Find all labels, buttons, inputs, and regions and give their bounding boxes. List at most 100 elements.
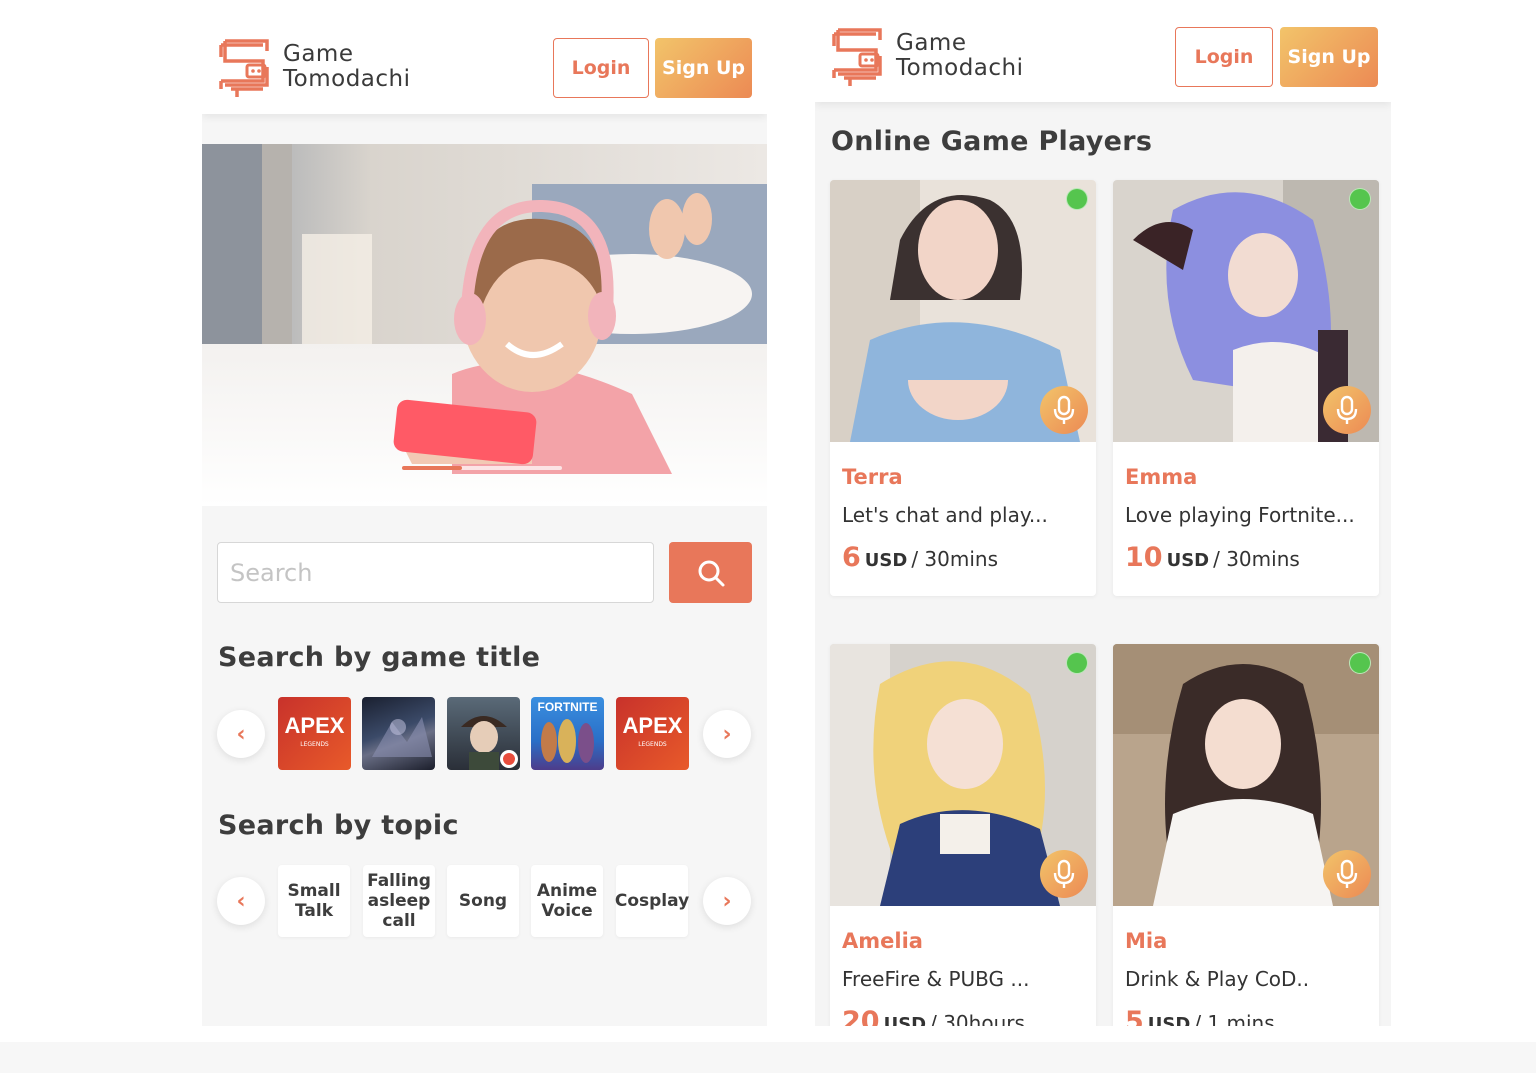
- search-input[interactable]: Search: [217, 542, 654, 603]
- hero-image: [202, 144, 767, 506]
- game-tile-sublabel: LEGENDS: [638, 741, 667, 748]
- chevron-left-icon: ‹: [236, 721, 246, 747]
- player-description: Drink & Play CoD..: [1125, 967, 1310, 991]
- topic-label-line: asleep: [367, 891, 431, 911]
- topic-label-line: Voice: [541, 901, 593, 921]
- topic-song[interactable]: Song: [447, 865, 519, 937]
- microphone-icon: [1336, 859, 1358, 888]
- players-section-title: Online Game Players: [831, 126, 1153, 157]
- player-price: 20 USD / 30hours: [842, 1006, 1025, 1026]
- chevron-right-icon: ›: [722, 888, 732, 914]
- game-next-button[interactable]: ›: [703, 710, 751, 758]
- carousel-indicator[interactable]: [402, 466, 562, 470]
- home-screen: Game Tomodachi Login Sign Up Search Sear…: [202, 22, 767, 1026]
- brand-logo[interactable]: Game Tomodachi: [830, 26, 1024, 86]
- game-tile-sublabel: LEGENDS: [300, 741, 329, 748]
- topic-falling-asleep-call[interactable]: Falling asleep call: [363, 865, 435, 937]
- player-name: Amelia: [842, 929, 923, 953]
- topic-anime-voice[interactable]: Anime Voice: [531, 865, 603, 937]
- price-currency: USD: [1147, 1014, 1191, 1026]
- logo-mark-icon: [830, 26, 884, 86]
- price-amount: 20: [842, 1006, 880, 1026]
- microphone-icon: [1053, 859, 1075, 888]
- player-description: Let's chat and play...: [842, 503, 1048, 527]
- login-button[interactable]: Login: [553, 38, 649, 98]
- voice-call-button[interactable]: [1323, 386, 1371, 434]
- players-screen: Game Tomodachi Login Sign Up Online Game…: [815, 12, 1391, 1026]
- brand-logo[interactable]: Game Tomodachi: [217, 37, 411, 97]
- game-section-title: Search by game title: [218, 642, 541, 673]
- price-unit: / 30hours: [930, 1011, 1025, 1026]
- fantasy-game-icon: [372, 717, 432, 757]
- game-tile-apex[interactable]: APEX LEGENDS: [278, 697, 351, 770]
- price-unit: / 1 mins: [1194, 1011, 1275, 1026]
- brand-name-line1: Game: [283, 41, 354, 67]
- price-unit: / 30mins: [1213, 547, 1300, 571]
- topic-label-line: Cosplay: [614, 891, 690, 911]
- player-card-terra[interactable]: Terra Let's chat and play... 6 USD / 30m…: [830, 180, 1096, 596]
- topic-cosplay[interactable]: Cosplay: [614, 865, 690, 937]
- topic-label-line: Talk: [294, 901, 333, 921]
- topic-label-line: call: [382, 911, 416, 931]
- price-amount: 5: [1125, 1006, 1144, 1026]
- player-name: Terra: [842, 465, 903, 489]
- hero-banner[interactable]: [202, 144, 767, 506]
- price-currency: USD: [883, 1014, 927, 1026]
- player-name: Mia: [1125, 929, 1168, 953]
- price-currency: USD: [1166, 550, 1210, 571]
- player-price: 10 USD / 30mins: [1125, 542, 1300, 573]
- player-card-mia[interactable]: Mia Drink & Play CoD.. 5 USD / 1 mins: [1113, 644, 1379, 1026]
- voice-call-button[interactable]: [1040, 850, 1088, 898]
- topic-prev-button[interactable]: ‹: [217, 877, 265, 925]
- signup-button[interactable]: Sign Up: [1280, 27, 1378, 87]
- signup-button[interactable]: Sign Up: [655, 38, 752, 98]
- search-icon: [698, 560, 724, 586]
- online-status-dot: [1349, 188, 1371, 210]
- brand-name-line2: Tomodachi: [896, 55, 1024, 81]
- brand-name-line2: Tomodachi: [283, 66, 411, 92]
- top-header: Game Tomodachi Login Sign Up: [202, 22, 767, 114]
- page-bottom-band: [0, 1042, 1536, 1073]
- online-status-dot: [1349, 652, 1371, 674]
- player-photo: [830, 644, 1096, 906]
- game-tile-fortnite[interactable]: FORTNITE: [531, 697, 604, 770]
- fortnite-characters-icon: [541, 719, 594, 763]
- topic-next-button[interactable]: ›: [703, 877, 751, 925]
- brand-name-line1: Game: [896, 30, 967, 56]
- game-prev-button[interactable]: ‹: [217, 710, 265, 758]
- player-card-emma[interactable]: Emma Love playing Fortnite... 10 USD / 3…: [1113, 180, 1379, 596]
- topic-section-title: Search by topic: [218, 810, 459, 841]
- chevron-left-icon: ‹: [236, 888, 246, 914]
- microphone-icon: [1053, 395, 1075, 424]
- topic-label-line: Falling: [367, 871, 431, 891]
- identity-game-icon: [461, 716, 518, 770]
- player-description: FreeFire & PUBG ...: [842, 967, 1030, 991]
- game-tile-apex-2[interactable]: APEX LEGENDS: [616, 697, 689, 770]
- player-photo: [1113, 180, 1379, 442]
- player-price: 5 USD / 1 mins: [1125, 1006, 1275, 1026]
- microphone-icon: [1336, 395, 1358, 424]
- chevron-right-icon: ›: [722, 721, 732, 747]
- game-tile-identity[interactable]: [447, 697, 520, 770]
- login-button[interactable]: Login: [1175, 27, 1273, 87]
- game-tile-label: APEX: [284, 713, 345, 738]
- topic-label-line: Small: [287, 881, 341, 901]
- search-button[interactable]: [669, 542, 752, 603]
- player-description: Love playing Fortnite...: [1125, 503, 1355, 527]
- topic-small-talk[interactable]: Small Talk: [278, 865, 350, 937]
- price-amount: 10: [1125, 542, 1163, 573]
- topic-label-line: Anime: [536, 881, 598, 901]
- game-tile-label: APEX: [622, 713, 683, 738]
- player-card-amelia[interactable]: Amelia FreeFire & PUBG ... 20 USD / 30ho…: [830, 644, 1096, 1026]
- player-name: Emma: [1125, 465, 1198, 489]
- online-status-dot: [1066, 188, 1088, 210]
- voice-call-button[interactable]: [1323, 850, 1371, 898]
- top-header: Game Tomodachi Login Sign Up: [815, 12, 1391, 102]
- voice-call-button[interactable]: [1040, 386, 1088, 434]
- price-amount: 6: [842, 542, 861, 573]
- logo-mark-icon: [217, 37, 271, 97]
- game-tile-fantasy[interactable]: [362, 697, 435, 770]
- player-photo: [830, 180, 1096, 442]
- online-status-dot: [1066, 652, 1088, 674]
- price-currency: USD: [864, 550, 908, 571]
